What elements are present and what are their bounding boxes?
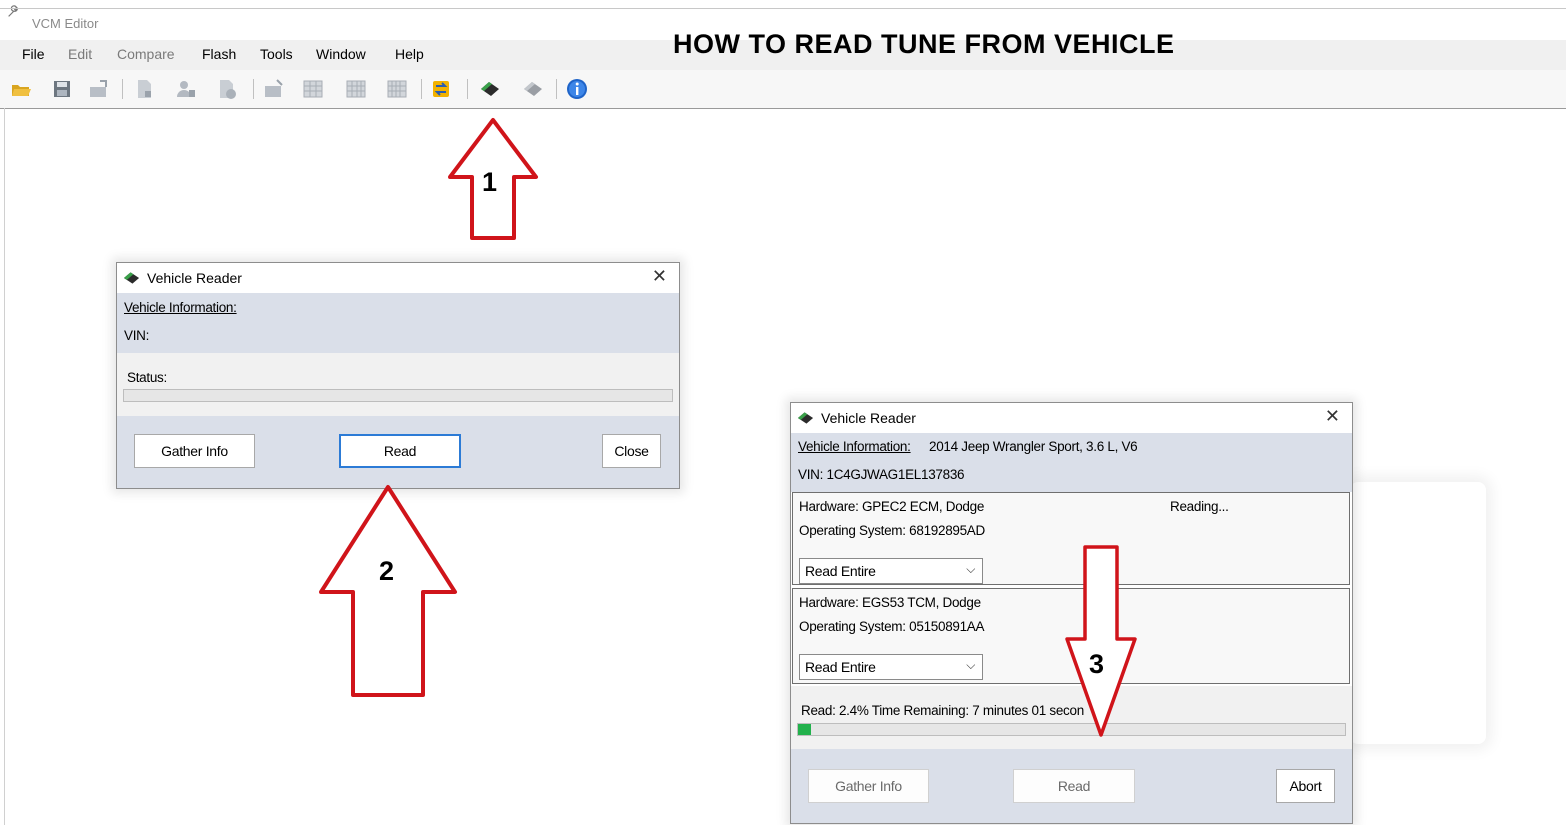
window-title: VCM Editor	[32, 16, 99, 31]
background-window-shadow	[1350, 482, 1486, 744]
progress-status-text: Read: 2.4% Time Remaining: 7 minutes 01 …	[801, 703, 1084, 718]
read-mode-select[interactable]: Read Entire ⌵	[799, 654, 983, 680]
read-mode-value: Read Entire	[805, 659, 876, 675]
arrow-2-label: 2	[379, 556, 395, 586]
arrow-3-annotation	[1064, 544, 1138, 738]
dialog-title-bar: Vehicle Reader ✕	[117, 263, 679, 293]
close-icon[interactable]: ✕	[1325, 406, 1340, 427]
module-os: Operating System: 05150891AA	[799, 619, 985, 634]
vehicle-info-label: Vehicle Information:	[798, 439, 911, 454]
users-icon[interactable]	[175, 78, 197, 100]
module-hardware: Hardware: GPEC2 ECM, Dodge	[799, 499, 985, 514]
module-os: Operating System: 68192895AD	[799, 523, 985, 538]
read-progress-bar	[123, 389, 673, 402]
vehicle-reader-dialog-empty: Vehicle Reader ✕ Vehicle Information: VI…	[116, 262, 680, 489]
table-icon[interactable]	[302, 78, 324, 100]
module-status: Reading...	[1170, 499, 1229, 514]
status-label: Status:	[127, 370, 167, 385]
status-panel	[117, 353, 679, 416]
toolbar-separator	[421, 79, 422, 99]
read-button[interactable]: Read	[339, 434, 461, 468]
arrow-3-label: 3	[1089, 649, 1105, 679]
import-icon[interactable]	[263, 78, 285, 100]
document-clock-icon[interactable]	[216, 78, 238, 100]
open-folder-icon[interactable]	[10, 78, 32, 100]
title-bar: VCM Editor	[0, 0, 1566, 31]
arrow-2-annotation	[316, 484, 460, 698]
chevron-down-icon: ⌵	[966, 658, 975, 672]
read-mode-value: Read Entire	[805, 563, 876, 579]
toolbar-separator	[253, 79, 254, 99]
toolbar-separator	[556, 79, 557, 99]
vehicle-info-value: 2014 Jeep Wrangler Sport, 3.6 L, V6	[929, 439, 1138, 454]
info-icon[interactable]	[566, 78, 588, 100]
close-button[interactable]: Close	[602, 434, 661, 468]
switch-icon[interactable]	[430, 78, 452, 100]
vehicle-reader-icon	[123, 272, 140, 284]
dialog-title-bar: Vehicle Reader ✕	[791, 403, 1352, 433]
export-icon[interactable]	[88, 78, 110, 100]
vin-label: VIN:	[124, 328, 150, 343]
menu-file[interactable]: File	[22, 46, 45, 62]
dialog-title: Vehicle Reader	[147, 270, 242, 286]
document-icon[interactable]	[133, 78, 155, 100]
vehicle-info-label: Vehicle Information:	[124, 300, 237, 315]
toolbar	[0, 70, 1566, 109]
menu-compare[interactable]: Compare	[117, 46, 175, 62]
menu-help[interactable]: Help	[395, 46, 424, 62]
toolbar-separator	[122, 79, 123, 99]
top-divider	[0, 8, 1566, 9]
menu-tools[interactable]: Tools	[260, 46, 293, 62]
menu-window[interactable]: Window	[316, 46, 366, 62]
table-grid-icon[interactable]	[345, 78, 367, 100]
vin-value: VIN: 1C4GJWAG1EL137836	[798, 467, 965, 482]
gather-info-button[interactable]: Gather Info	[808, 769, 929, 803]
tutorial-headline: HOW TO READ TUNE FROM VEHICLE	[673, 29, 1175, 59]
arrow-1-label: 1	[482, 167, 498, 197]
abort-button[interactable]: Abort	[1276, 769, 1335, 803]
close-icon[interactable]: ✕	[652, 266, 667, 287]
table-compare-icon[interactable]	[386, 78, 408, 100]
read-vehicle-icon[interactable]	[479, 78, 501, 100]
read-mode-select[interactable]: Read Entire ⌵	[799, 558, 983, 584]
save-icon[interactable]	[51, 78, 73, 100]
write-vehicle-icon[interactable]	[522, 78, 544, 100]
toolbar-separator	[467, 79, 468, 99]
gather-info-button[interactable]: Gather Info	[134, 434, 255, 468]
dialog-title: Vehicle Reader	[821, 410, 916, 426]
menu-flash[interactable]: Flash	[202, 46, 236, 62]
vehicle-reader-icon	[797, 412, 814, 424]
menu-edit[interactable]: Edit	[68, 46, 92, 62]
module-hardware: Hardware: EGS53 TCM, Dodge	[799, 595, 981, 610]
chevron-down-icon: ⌵	[966, 562, 975, 576]
read-button[interactable]: Read	[1013, 769, 1135, 803]
